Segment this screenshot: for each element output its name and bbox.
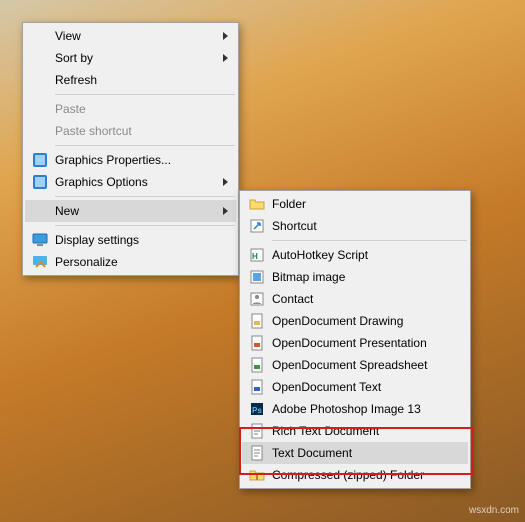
menu-label: Contact (268, 292, 462, 306)
autohotkey-icon: H (246, 246, 268, 264)
intel-graphics-icon (29, 151, 51, 169)
new-submenu: Folder Shortcut H AutoHotkey Script Bitm… (239, 190, 471, 489)
shortcut-icon (246, 217, 268, 235)
photoshop-icon: Ps (246, 400, 268, 418)
opendocument-spreadsheet-icon (246, 356, 268, 374)
menu-item-refresh[interactable]: Refresh (25, 69, 236, 91)
menu-label: Bitmap image (268, 270, 462, 284)
menu-label: OpenDocument Spreadsheet (268, 358, 462, 372)
submenu-item-shortcut[interactable]: Shortcut (242, 215, 468, 237)
opendocument-presentation-icon (246, 334, 268, 352)
menu-label: Adobe Photoshop Image 13 (268, 402, 462, 416)
blank-icon (29, 122, 51, 140)
separator (272, 240, 467, 241)
menu-item-paste-shortcut: Paste shortcut (25, 120, 236, 142)
folder-icon (246, 195, 268, 213)
menu-label: Text Document (268, 446, 462, 460)
chevron-right-icon (223, 54, 228, 62)
rtf-icon (246, 422, 268, 440)
chevron-right-icon (223, 32, 228, 40)
submenu-item-odp[interactable]: OpenDocument Presentation (242, 332, 468, 354)
submenu-item-contact[interactable]: Contact (242, 288, 468, 310)
menu-item-graphics-options[interactable]: Graphics Options (25, 171, 236, 193)
menu-item-paste: Paste (25, 98, 236, 120)
menu-item-new[interactable]: New (25, 200, 236, 222)
watermark-text: wsxdn.com (469, 505, 519, 516)
submenu-item-odt[interactable]: OpenDocument Text (242, 376, 468, 398)
chevron-right-icon (223, 207, 228, 215)
menu-label: Display settings (51, 233, 230, 247)
blank-icon (29, 71, 51, 89)
menu-item-view[interactable]: View (25, 25, 236, 47)
menu-item-personalize[interactable]: Personalize (25, 251, 236, 273)
menu-label: Personalize (51, 255, 230, 269)
menu-label: Graphics Options (51, 175, 223, 189)
menu-label: View (51, 29, 223, 43)
menu-label: Compressed (zipped) Folder (268, 468, 462, 482)
opendocument-text-icon (246, 378, 268, 396)
menu-item-graphics-properties[interactable]: Graphics Properties... (25, 149, 236, 171)
submenu-item-ods[interactable]: OpenDocument Spreadsheet (242, 354, 468, 376)
menu-label: Sort by (51, 51, 223, 65)
menu-label: Rich Text Document (268, 424, 462, 438)
submenu-item-psd[interactable]: Ps Adobe Photoshop Image 13 (242, 398, 468, 420)
menu-label: New (51, 204, 223, 218)
menu-label: OpenDocument Drawing (268, 314, 462, 328)
menu-label: Paste (51, 102, 230, 116)
personalize-icon (29, 253, 51, 271)
menu-label: Graphics Properties... (51, 153, 230, 167)
submenu-item-odg[interactable]: OpenDocument Drawing (242, 310, 468, 332)
submenu-item-txt[interactable]: Text Document (242, 442, 468, 464)
separator (55, 225, 235, 226)
opendocument-drawing-icon (246, 312, 268, 330)
submenu-item-rtf[interactable]: Rich Text Document (242, 420, 468, 442)
submenu-item-zip[interactable]: Compressed (zipped) Folder (242, 464, 468, 486)
intel-graphics-icon (29, 173, 51, 191)
svg-text:H: H (252, 252, 258, 261)
contact-icon (246, 290, 268, 308)
menu-label: Refresh (51, 73, 230, 87)
menu-item-display-settings[interactable]: Display settings (25, 229, 236, 251)
blank-icon (29, 49, 51, 67)
submenu-item-autohotkey[interactable]: H AutoHotkey Script (242, 244, 468, 266)
desktop-context-menu: View Sort by Refresh Paste Paste shortcu… (22, 22, 239, 276)
menu-label: OpenDocument Text (268, 380, 462, 394)
menu-item-sort-by[interactable]: Sort by (25, 47, 236, 69)
monitor-icon (29, 231, 51, 249)
blank-icon (29, 100, 51, 118)
menu-label: AutoHotkey Script (268, 248, 462, 262)
chevron-right-icon (223, 178, 228, 186)
submenu-item-bitmap[interactable]: Bitmap image (242, 266, 468, 288)
blank-icon (29, 27, 51, 45)
menu-label: OpenDocument Presentation (268, 336, 462, 350)
bitmap-icon (246, 268, 268, 286)
separator (55, 94, 235, 95)
separator (55, 196, 235, 197)
separator (55, 145, 235, 146)
text-document-icon (246, 444, 268, 462)
menu-label: Paste shortcut (51, 124, 230, 138)
menu-label: Folder (268, 197, 462, 211)
menu-label: Shortcut (268, 219, 462, 233)
submenu-item-folder[interactable]: Folder (242, 193, 468, 215)
zip-folder-icon (246, 466, 268, 484)
blank-icon (29, 202, 51, 220)
svg-text:Ps: Ps (252, 406, 262, 415)
